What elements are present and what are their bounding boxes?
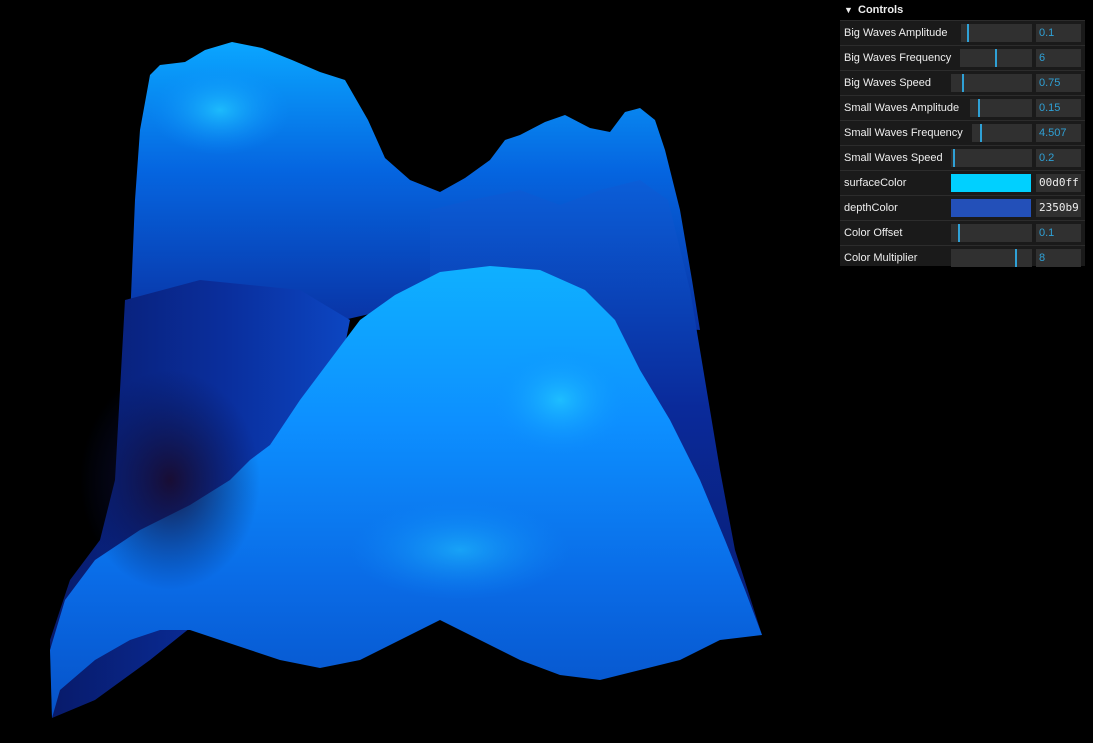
terrain-glow-peak [150, 65, 290, 155]
color-offset-slider[interactable] [951, 224, 1032, 242]
control-label: depthColor [844, 202, 898, 214]
small-waves-frequency-slider[interactable] [972, 124, 1032, 142]
slider-handle [967, 24, 969, 42]
control-small-waves-amplitude: Small Waves Amplitude 0.15 [840, 96, 1085, 121]
control-surface-color: surfaceColor 00d0ff [840, 171, 1085, 196]
slider-handle [962, 74, 964, 92]
control-color-multiplier: Color Multiplier 8 [840, 246, 1085, 270]
surface-color-swatch[interactable] [951, 174, 1031, 192]
controls-header[interactable]: ▼ Controls [840, 0, 1085, 21]
control-label: Small Waves Frequency [844, 127, 963, 139]
small-waves-speed-slider[interactable] [951, 149, 1032, 167]
slider-handle [980, 124, 982, 142]
big-waves-amplitude-slider[interactable] [961, 24, 1032, 42]
control-label: Small Waves Amplitude [844, 102, 960, 114]
terrain-glow-front [490, 345, 630, 455]
control-big-waves-amplitude: Big Waves Amplitude 0.1 [840, 21, 1085, 46]
slider-handle [958, 224, 960, 242]
depth-color-input[interactable]: 2350b9 [1036, 199, 1081, 217]
control-color-offset: Color Offset 0.1 [840, 221, 1085, 246]
control-big-waves-frequency: Big Waves Frequency 6 [840, 46, 1085, 71]
big-waves-amplitude-input[interactable]: 0.1 [1036, 24, 1081, 42]
control-label: Color Offset [844, 227, 903, 239]
control-label: Big Waves Speed [844, 77, 932, 89]
slider-handle [978, 99, 980, 117]
slider-handle [1015, 249, 1017, 267]
color-multiplier-slider[interactable] [951, 249, 1032, 267]
control-label: Big Waves Amplitude [844, 27, 948, 39]
terrain-glow-low [350, 500, 570, 600]
control-big-waves-speed: Big Waves Speed 0.75 [840, 71, 1085, 96]
surface-color-input[interactable]: 00d0ff [1036, 174, 1081, 192]
small-waves-amplitude-input[interactable]: 0.15 [1036, 99, 1081, 117]
chevron-down-icon: ▼ [844, 5, 853, 15]
slider-handle [953, 149, 955, 167]
control-label: Small Waves Speed [844, 152, 943, 164]
small-waves-amplitude-slider[interactable] [970, 99, 1032, 117]
big-waves-speed-input[interactable]: 0.75 [1036, 74, 1081, 92]
big-waves-frequency-input[interactable]: 6 [1036, 49, 1081, 67]
big-waves-speed-slider[interactable] [951, 74, 1032, 92]
controls-title: Controls [858, 4, 904, 16]
control-label: Color Multiplier [844, 252, 918, 264]
control-label: Big Waves Frequency [844, 52, 952, 64]
control-depth-color: depthColor 2350b9 [840, 196, 1085, 221]
color-multiplier-input[interactable]: 8 [1036, 249, 1081, 267]
terrain-dark-hollow [80, 370, 260, 590]
control-small-waves-frequency: Small Waves Frequency 4.507 [840, 121, 1085, 146]
depth-color-swatch[interactable] [951, 199, 1031, 217]
small-waves-frequency-input[interactable]: 4.507 [1036, 124, 1081, 142]
small-waves-speed-input[interactable]: 0.2 [1036, 149, 1081, 167]
color-offset-input[interactable]: 0.1 [1036, 224, 1081, 242]
control-label: surfaceColor [844, 177, 907, 189]
slider-handle [995, 49, 997, 67]
controls-panel: ▼ Controls Big Waves Amplitude 0.1 Big W… [840, 0, 1085, 267]
big-waves-frequency-slider[interactable] [960, 49, 1032, 67]
control-small-waves-speed: Small Waves Speed 0.2 [840, 146, 1085, 171]
